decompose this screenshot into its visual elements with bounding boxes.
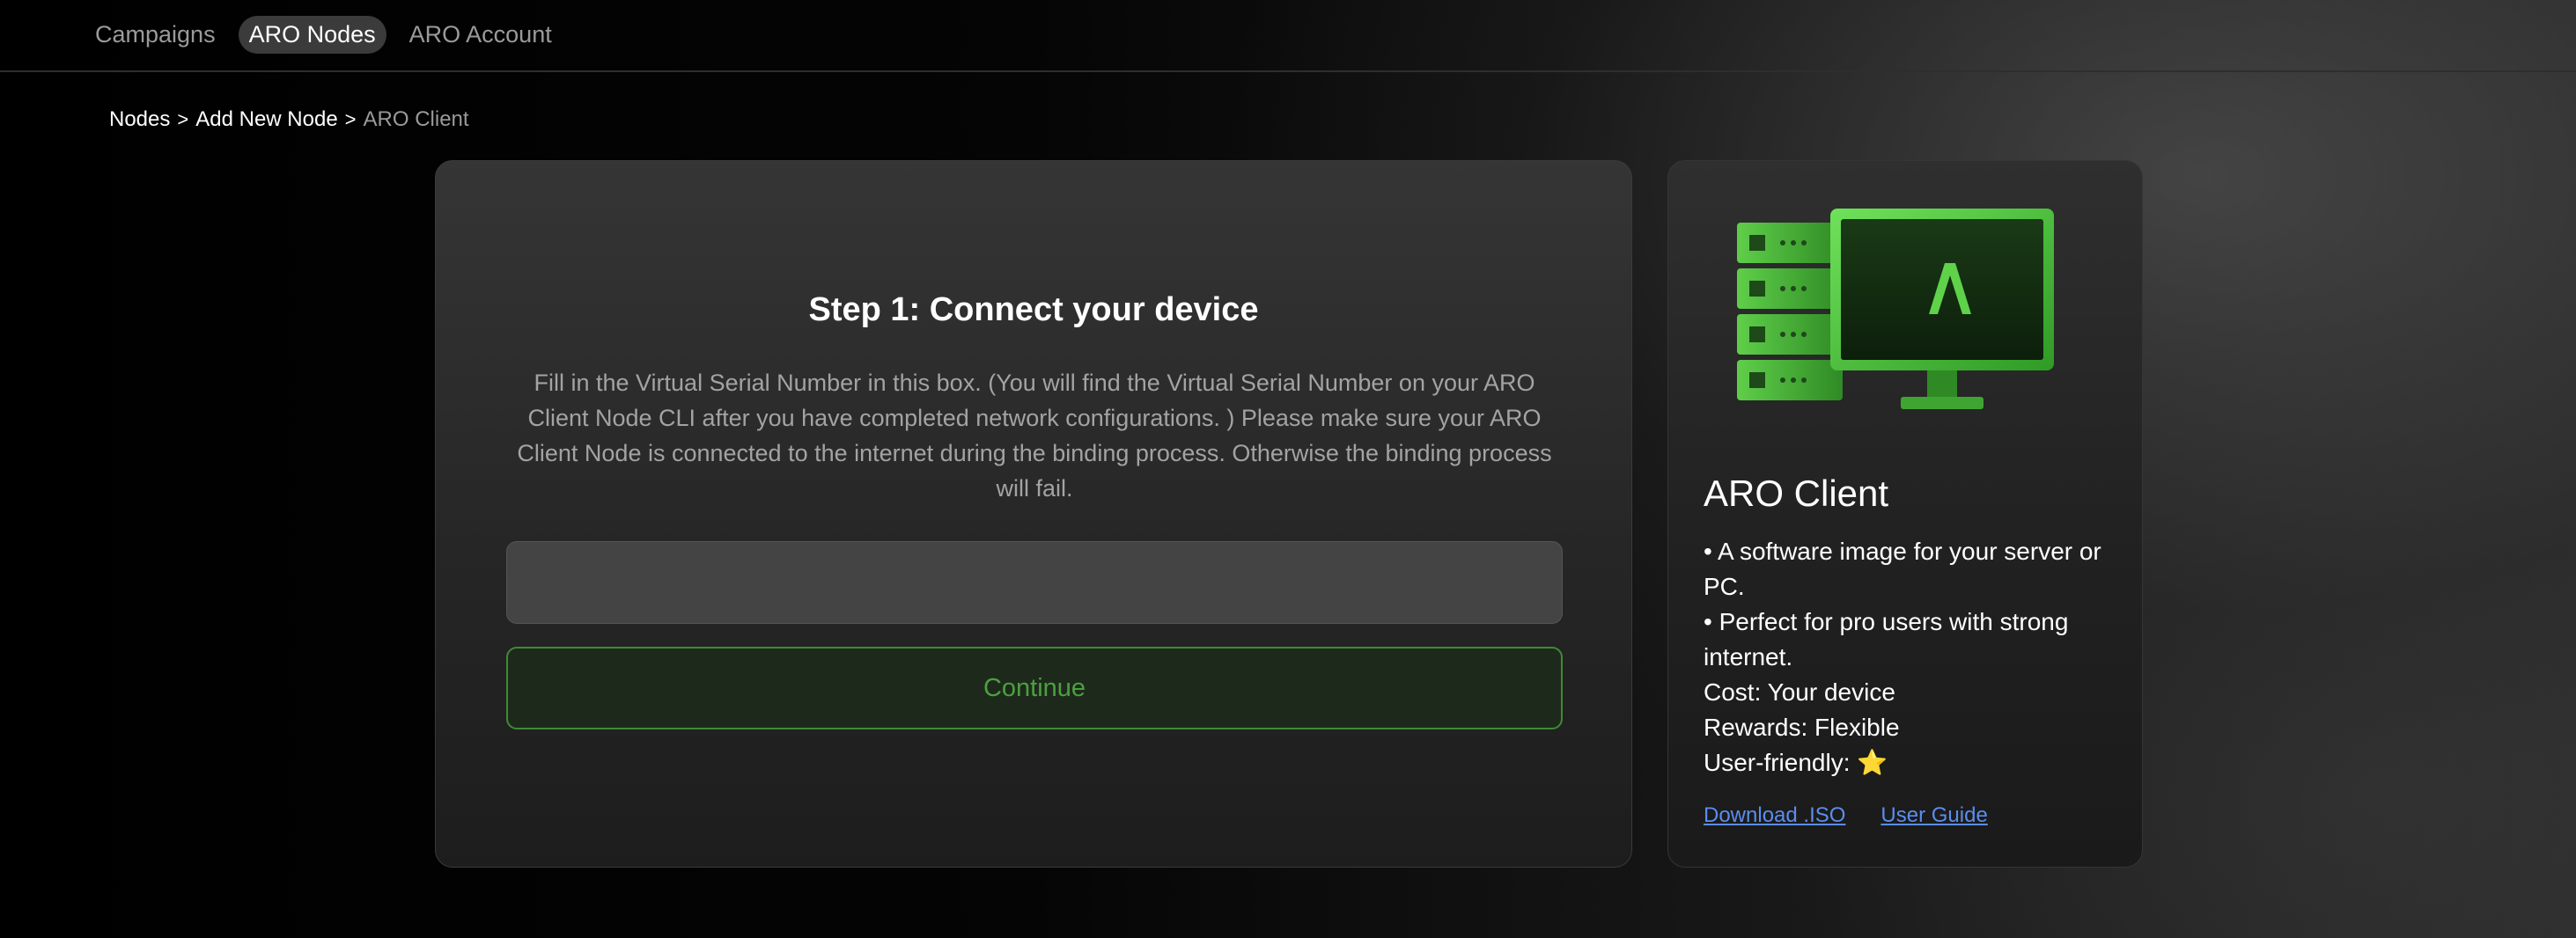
continue-button[interactable]: Continue	[506, 647, 1563, 729]
download-iso-link[interactable]: Download .ISO	[1704, 803, 1845, 828]
user-guide-link[interactable]: User Guide	[1880, 803, 1987, 828]
top-navigation-bar: Campaigns ARO Nodes ARO Account	[0, 0, 2576, 72]
resource-links: Download .ISO User Guide	[1704, 803, 1988, 828]
nav-campaigns[interactable]: Campaigns	[85, 16, 226, 54]
virtual-serial-number-input[interactable]	[506, 541, 1563, 624]
user-friendly-text: User-friendly: ⭐	[1704, 749, 1888, 776]
aro-client-info-card: ARO Client • A software image for your s…	[1667, 160, 2143, 868]
cost-text: Cost: Your device	[1704, 678, 1895, 706]
breadcrumb-add-new-node[interactable]: Add New Node	[195, 107, 337, 132]
server-and-monitor-icon	[1737, 209, 2054, 409]
step-description: Fill in the Virtual Serial Number in thi…	[517, 370, 1552, 502]
breadcrumb-aro-client: ARO Client	[363, 107, 469, 131]
feature-bullet: • Perfect for pro users with strong inte…	[1704, 608, 2069, 671]
breadcrumb-separator: >	[177, 108, 189, 130]
nav-aro-account[interactable]: ARO Account	[399, 16, 563, 54]
connect-device-card: Step 1: Connect your device Fill in the …	[435, 160, 1632, 868]
breadcrumb-separator: >	[344, 108, 357, 130]
main-nav: Campaigns ARO Nodes ARO Account	[85, 16, 563, 54]
rewards-text: Rewards: Flexible	[1704, 714, 1900, 741]
aro-client-title: ARO Client	[1704, 473, 1889, 514]
nav-aro-nodes[interactable]: ARO Nodes	[238, 16, 386, 54]
breadcrumb: Nodes > Add New Node > ARO Client	[109, 107, 469, 132]
step-title: Step 1: Connect your device	[808, 291, 1259, 328]
breadcrumb-nodes[interactable]: Nodes	[109, 107, 170, 132]
aro-client-details: • A software image for your server or PC…	[1704, 534, 2117, 780]
feature-bullet: • A software image for your server or PC…	[1704, 538, 2101, 600]
